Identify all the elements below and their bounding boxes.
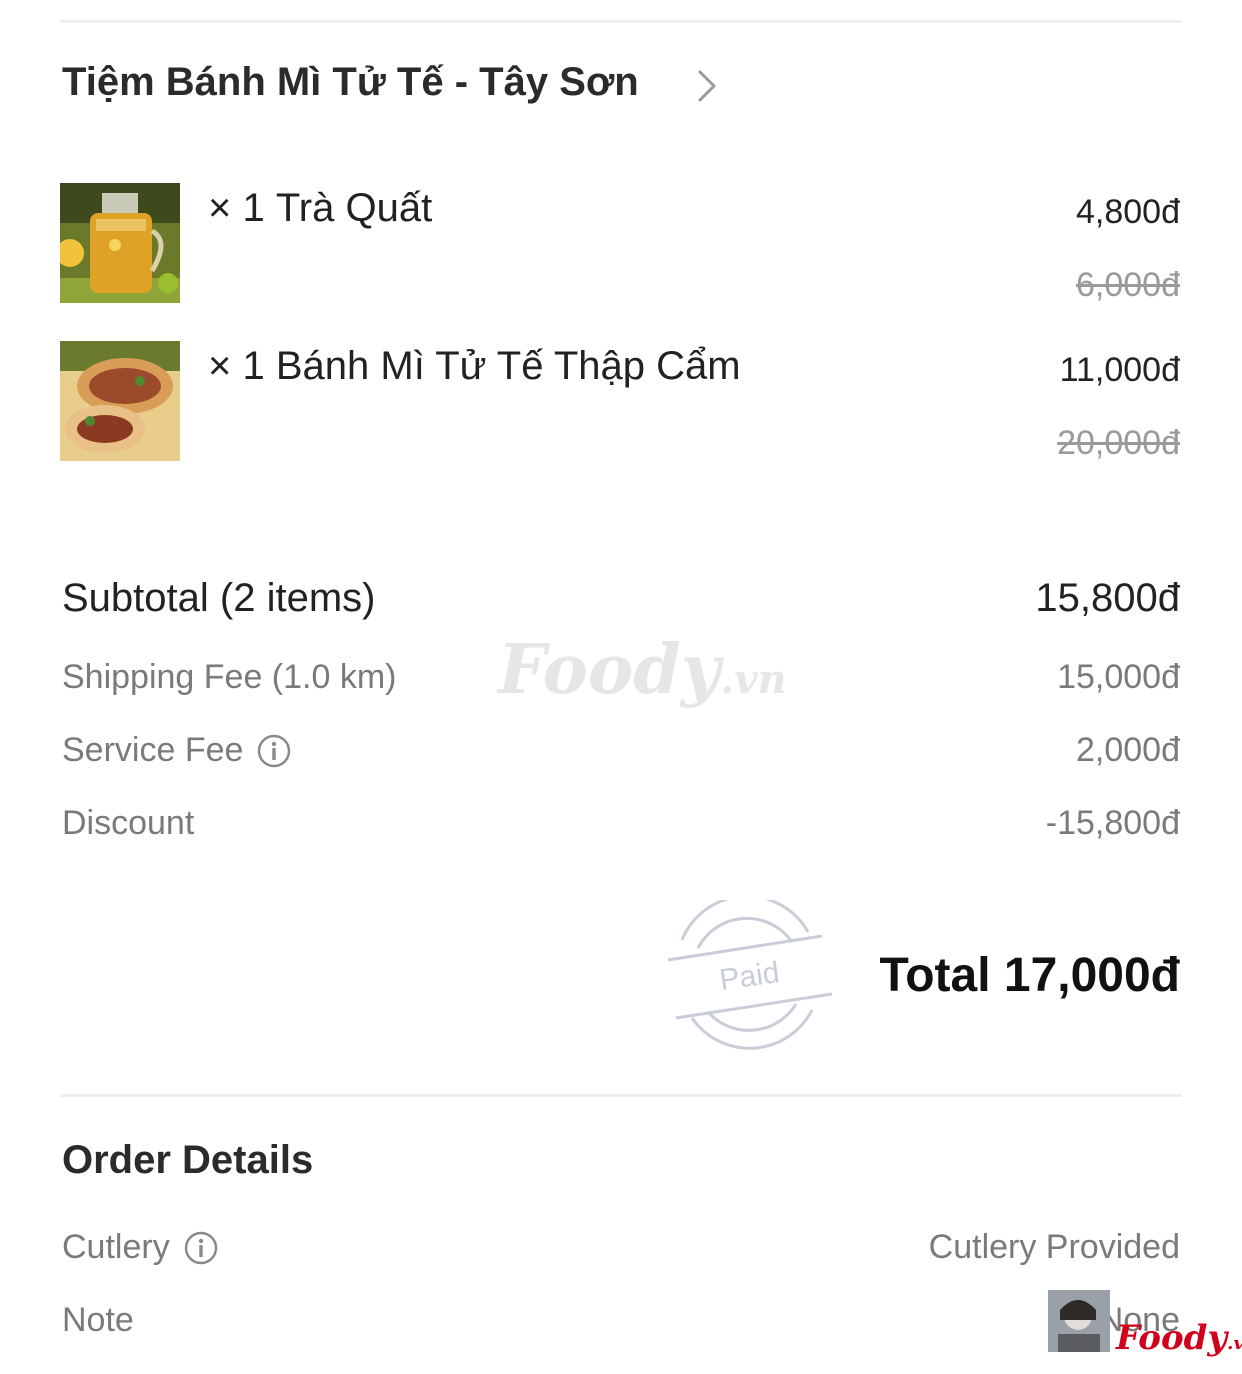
info-icon[interactable] — [184, 1231, 218, 1265]
discount-text: Discount — [62, 804, 195, 842]
paid-stamp-text: Paid — [717, 956, 781, 997]
cutlery-text: Cutlery — [62, 1228, 170, 1266]
discount-value: -15,800đ — [1045, 804, 1180, 842]
shipping-fee-text: Shipping Fee (1.0 km) — [62, 658, 397, 696]
foody-watermark: Foody.vn — [498, 630, 787, 710]
service-fee-label: Service Fee — [62, 731, 291, 770]
paid-stamp: Paid — [667, 900, 833, 1050]
note-label: Note — [62, 1301, 134, 1340]
item-price-2: 11,000đ — [1059, 351, 1180, 389]
order-details-title: Order Details — [62, 1138, 314, 1182]
item-image-tra-quat — [60, 183, 180, 303]
foody-corner-logo: Foody.vn — [1116, 1318, 1242, 1358]
shipping-fee-value: 15,000đ — [1057, 658, 1180, 696]
item-original-price-2: 20,000đ — [1057, 424, 1180, 462]
cutlery-value: Cutlery Provided — [928, 1228, 1180, 1266]
service-fee-value: 2,000đ — [1076, 731, 1180, 769]
item-original-price-1: 6,000đ — [1076, 266, 1180, 304]
order-total: Total 17,000đ — [879, 949, 1180, 1002]
item-name-1: × 1 Trà Quất — [208, 186, 433, 230]
shop-name[interactable]: Tiệm Bánh Mì Tử Tế - Tây Sơn — [62, 60, 639, 105]
item-image-banh-mi — [60, 341, 180, 461]
top-divider — [60, 20, 1182, 23]
note-text: Note — [62, 1301, 134, 1339]
chevron-right-icon[interactable] — [692, 66, 722, 106]
watermark-avatar — [1048, 1290, 1110, 1352]
cutlery-label: Cutlery — [62, 1228, 218, 1267]
info-icon[interactable] — [257, 734, 291, 768]
discount-label: Discount — [62, 804, 194, 843]
subtotal-label: Subtotal (2 items) — [62, 576, 376, 620]
service-fee-text: Service Fee — [62, 731, 244, 769]
section-divider — [60, 1094, 1182, 1097]
shipping-fee-label: Shipping Fee (1.0 km) — [62, 658, 397, 697]
subtotal-value: 15,800đ — [1035, 576, 1180, 620]
item-name-2: × 1 Bánh Mì Tử Tế Thập Cẩm — [208, 344, 741, 388]
item-price-1: 4,800đ — [1076, 193, 1180, 231]
